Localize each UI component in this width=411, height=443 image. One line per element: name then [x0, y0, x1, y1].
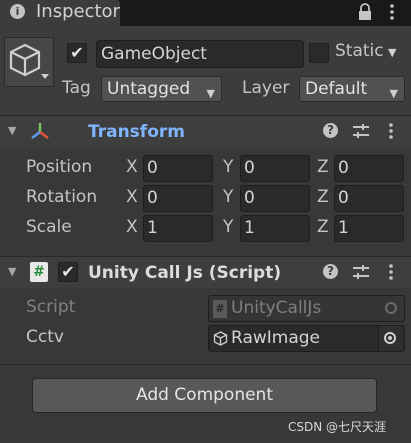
axis-x-label[interactable]: X — [126, 217, 138, 237]
scale-x-field[interactable]: 1 — [143, 215, 213, 242]
watermark: CSDN @七尺天涯 — [288, 420, 387, 434]
cctv-label: Cctv — [26, 327, 64, 347]
layer-dropdown[interactable]: Default ▼ — [299, 76, 405, 102]
inspector-window: i Inspector ✔ GameObject Static ▼ Tag Un… — [0, 0, 411, 443]
script-label: Script — [26, 297, 76, 317]
checkmark-icon: ✔ — [70, 43, 84, 62]
kebab-menu-icon[interactable] — [388, 3, 396, 21]
axis-y-label[interactable]: Y — [223, 187, 233, 207]
chevron-down-icon: ▼ — [206, 87, 215, 100]
lock-icon[interactable] — [357, 3, 373, 21]
position-label: Position — [26, 157, 93, 177]
static-dropdown-icon[interactable]: ▼ — [388, 46, 396, 59]
checkmark-icon: ✔ — [61, 262, 75, 281]
preset-icon[interactable] — [352, 264, 370, 280]
transform-axes-icon — [31, 123, 49, 139]
axis-z-label[interactable]: Z — [317, 217, 329, 237]
divider — [0, 364, 411, 365]
transform-title: Transform — [88, 122, 185, 142]
position-z-field[interactable]: 0 — [334, 155, 404, 182]
layer-label: Layer — [242, 78, 290, 98]
component-enabled-checkbox[interactable]: ✔ — [58, 262, 78, 282]
object-picker-dot — [388, 336, 392, 340]
preset-icon[interactable] — [352, 123, 370, 139]
tab-title: Inspector — [36, 1, 120, 22]
chevron-down-icon: ▼ — [389, 87, 398, 100]
csharp-script-icon: # — [213, 300, 227, 318]
add-component-button[interactable]: Add Component — [32, 378, 377, 413]
script-component-title: Unity Call Js (Script) — [88, 263, 282, 283]
kebab-menu-icon[interactable] — [387, 122, 395, 140]
tag-value: Untagged — [107, 79, 191, 99]
cctv-value: RawImage — [231, 328, 321, 348]
csharp-script-icon: # — [30, 262, 48, 282]
cctv-field[interactable]: RawImage — [208, 325, 405, 352]
scale-label: Scale — [26, 217, 72, 237]
tab-inspector[interactable]: i Inspector — [0, 0, 120, 26]
axis-z-label[interactable]: Z — [317, 157, 329, 177]
tag-dropdown[interactable]: Untagged ▼ — [101, 76, 222, 102]
info-icon: i — [10, 4, 25, 19]
axis-y-label[interactable]: Y — [223, 157, 233, 177]
object-picker-icon — [385, 302, 397, 314]
transform-header[interactable]: ▼ Transform ? — [0, 115, 411, 147]
script-field: # UnityCallJs — [208, 295, 405, 322]
kebab-menu-icon[interactable] — [387, 263, 395, 281]
script-component-header[interactable]: ▼ # ✔ Unity Call Js (Script) ? — [0, 256, 411, 288]
rotation-label: Rotation — [26, 187, 98, 207]
object-picker-button[interactable] — [378, 326, 401, 351]
active-checkbox[interactable]: ✔ — [67, 43, 87, 63]
axis-y-label[interactable]: Y — [223, 217, 233, 237]
foldout-arrow-icon[interactable]: ▼ — [8, 265, 16, 278]
help-icon[interactable]: ? — [323, 264, 338, 279]
object-icon-selector[interactable] — [4, 37, 54, 87]
static-label: Static — [335, 41, 384, 61]
axis-x-label[interactable]: X — [126, 187, 138, 207]
position-x-field[interactable]: 0 — [143, 155, 213, 182]
axis-z-label[interactable]: Z — [317, 187, 329, 207]
static-checkbox[interactable] — [309, 43, 329, 63]
rotation-x-field[interactable]: 0 — [143, 185, 213, 212]
name-field[interactable]: GameObject — [96, 40, 304, 68]
position-y-field[interactable]: 0 — [240, 155, 310, 182]
script-value: UnityCallJs — [231, 298, 322, 318]
cube-icon — [213, 331, 228, 346]
layer-value: Default — [305, 79, 368, 99]
cube-icon — [9, 43, 49, 79]
foldout-arrow-icon[interactable]: ▼ — [8, 124, 16, 137]
scale-z-field[interactable]: 1 — [334, 215, 404, 242]
axis-x-label[interactable]: X — [126, 157, 138, 177]
tag-label: Tag — [62, 78, 91, 98]
rotation-z-field[interactable]: 0 — [334, 185, 404, 212]
scale-y-field[interactable]: 1 — [240, 215, 310, 242]
rotation-y-field[interactable]: 0 — [240, 185, 310, 212]
help-icon[interactable]: ? — [323, 123, 338, 138]
